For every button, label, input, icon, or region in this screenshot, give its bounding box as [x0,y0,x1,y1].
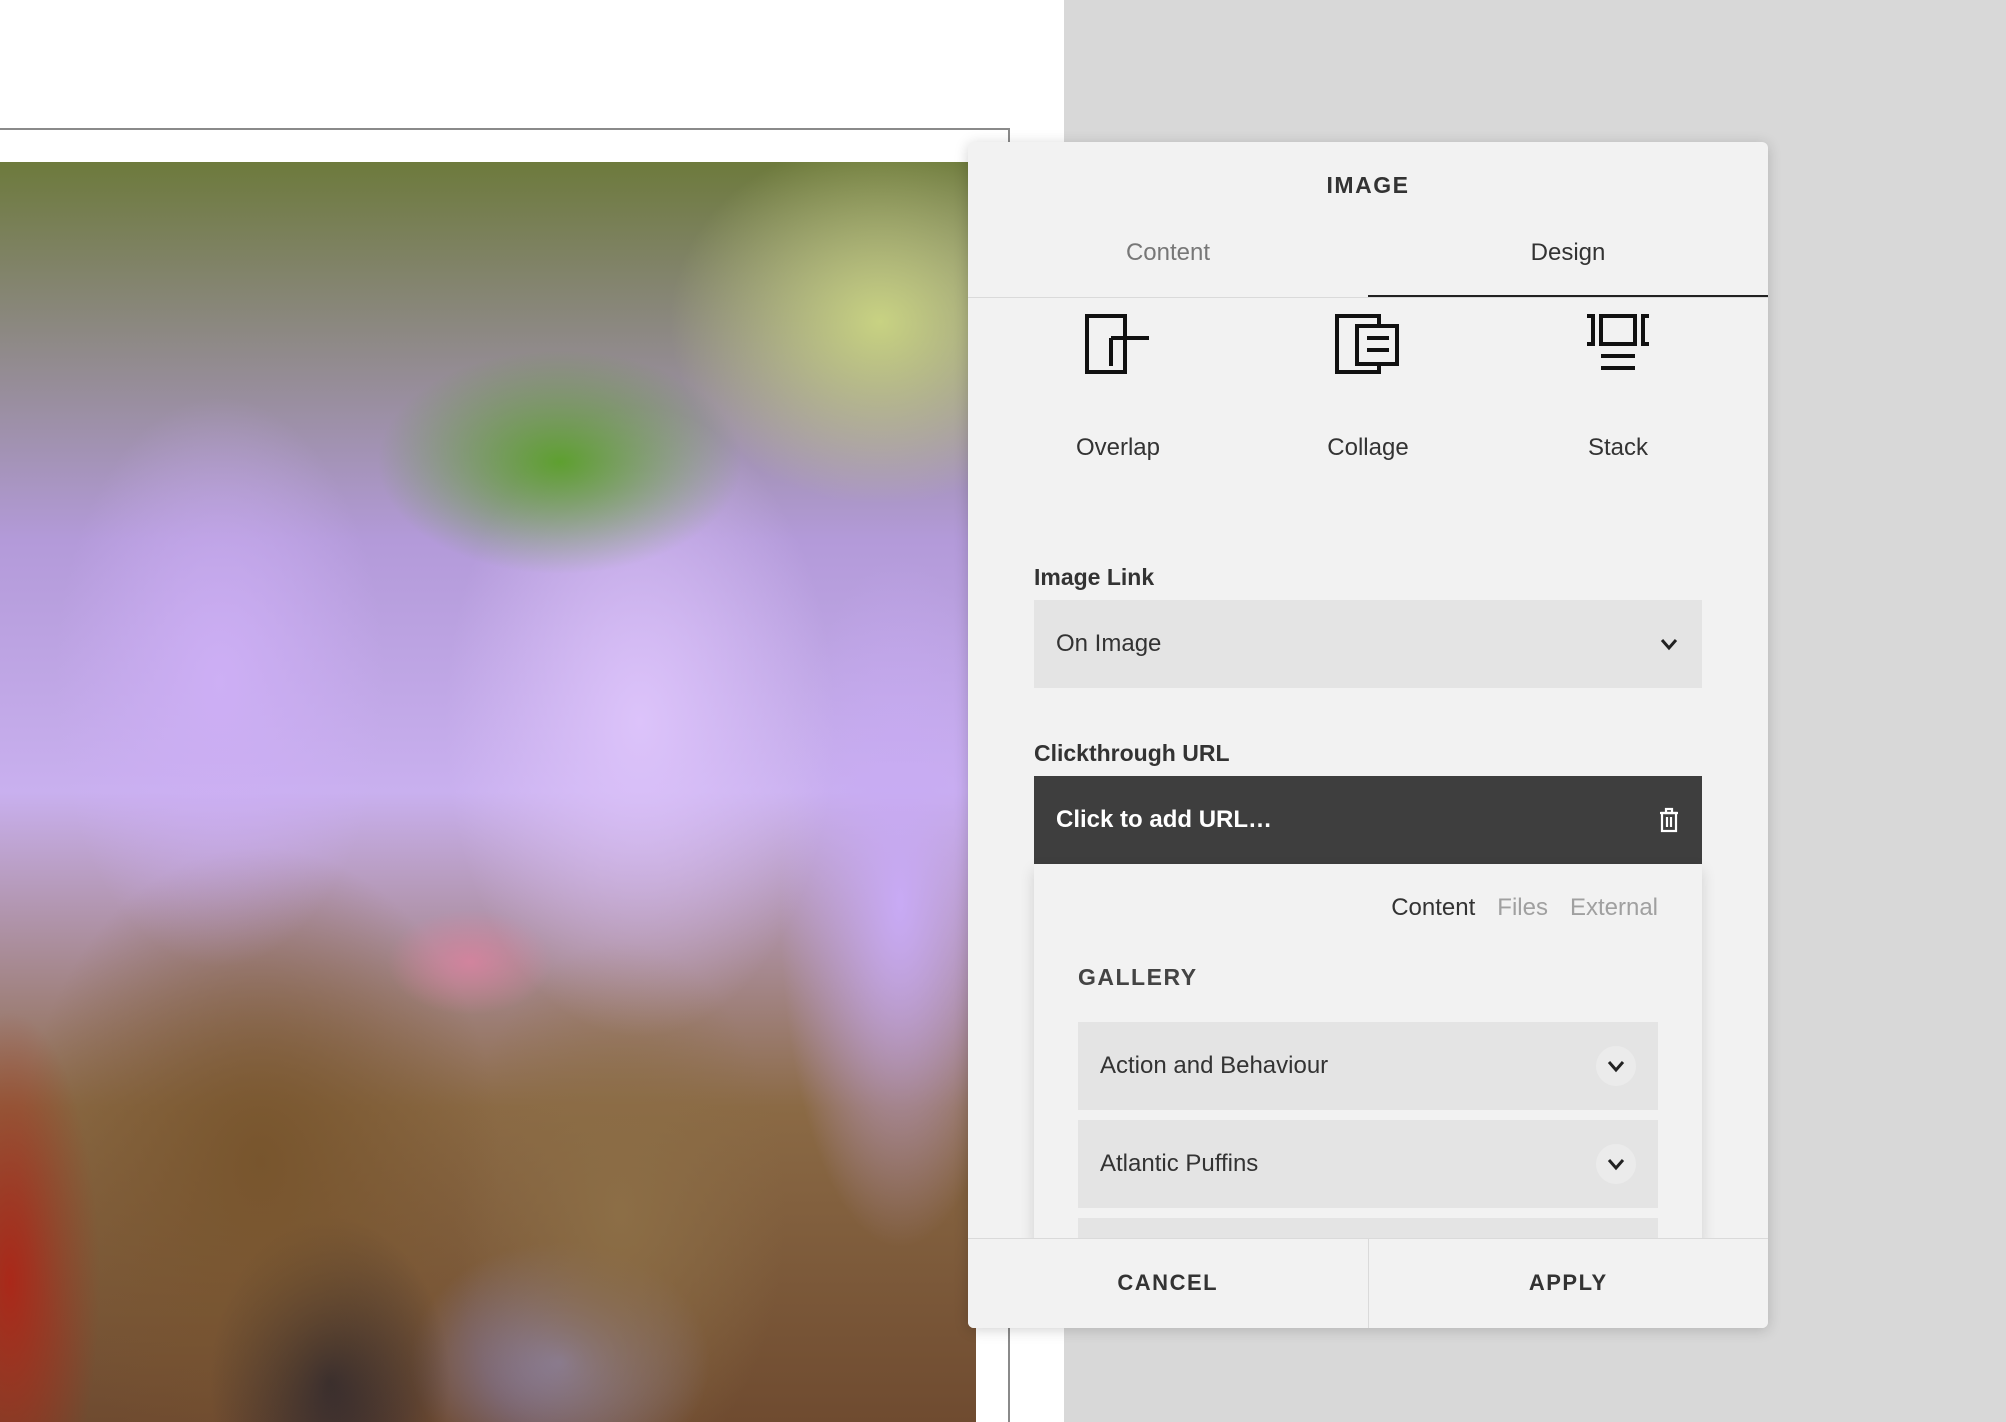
layout-collage-label: Collage [1327,434,1409,461]
layout-collage-option[interactable]: Collage [1268,312,1468,462]
stack-layout-icon [1587,314,1649,370]
chevron-down-icon [1607,1061,1625,1073]
layout-stack-label: Stack [1587,434,1649,461]
gallery-item-action-and-behaviour[interactable]: Action and Behaviour [1078,1022,1658,1110]
panel-title: IMAGE [1326,172,1410,198]
clickthrough-url-placeholder: Click to add URL… [1056,806,1273,833]
overlap-layout-icon [1085,314,1149,374]
chevron-down-icon [1607,1159,1625,1171]
cancel-button[interactable]: CANCEL [968,1239,1368,1328]
link-picker-dropdown: Content Files External GALLERY Action an… [1034,864,1702,1244]
image-link-label: Image Link [1034,564,1155,590]
layout-overlap-label: Overlap [1075,434,1161,461]
tab-design[interactable]: Design [1368,222,1768,297]
expand-button[interactable] [1596,1046,1636,1086]
flower-photo [0,162,976,1422]
panel-footer: CANCEL APPLY [968,1238,1768,1328]
layout-stack-option[interactable]: Stack [1518,312,1718,462]
layout-options: Overlap Collage Stack [1018,312,1718,462]
layout-overlap-option[interactable]: Overlap [1018,312,1218,462]
image-link-select[interactable]: On Image [1034,600,1702,688]
trash-icon[interactable] [1658,807,1680,833]
panel-tabs: Content Design [968,222,1768,298]
link-picker-tab-files[interactable]: Files [1497,894,1548,922]
link-picker-tabs: Content Files External [1391,894,1658,922]
link-picker-tab-external[interactable]: External [1570,894,1658,922]
gallery-item-label: Atlantic Puffins [1100,1150,1259,1177]
gallery-item-atlantic-puffins[interactable]: Atlantic Puffins [1078,1120,1658,1208]
collage-layout-icon [1335,314,1399,374]
gallery-item-label: Action and Behaviour [1100,1052,1329,1079]
gallery-section-title: GALLERY [1078,964,1198,990]
link-picker-tab-content[interactable]: Content [1391,894,1475,922]
apply-button[interactable]: APPLY [1367,1239,1769,1328]
image-link-value: On Image [1056,630,1162,657]
expand-button[interactable] [1596,1144,1636,1184]
page-canvas [0,0,1064,1422]
tab-content[interactable]: Content [968,222,1368,297]
chevron-down-icon [1660,639,1678,651]
image-settings-panel: IMAGE Content Design Overlap Collage Sta… [968,142,1768,1328]
clickthrough-url-label: Clickthrough URL [1034,740,1230,766]
clickthrough-url-input[interactable]: Click to add URL… [1034,776,1702,864]
